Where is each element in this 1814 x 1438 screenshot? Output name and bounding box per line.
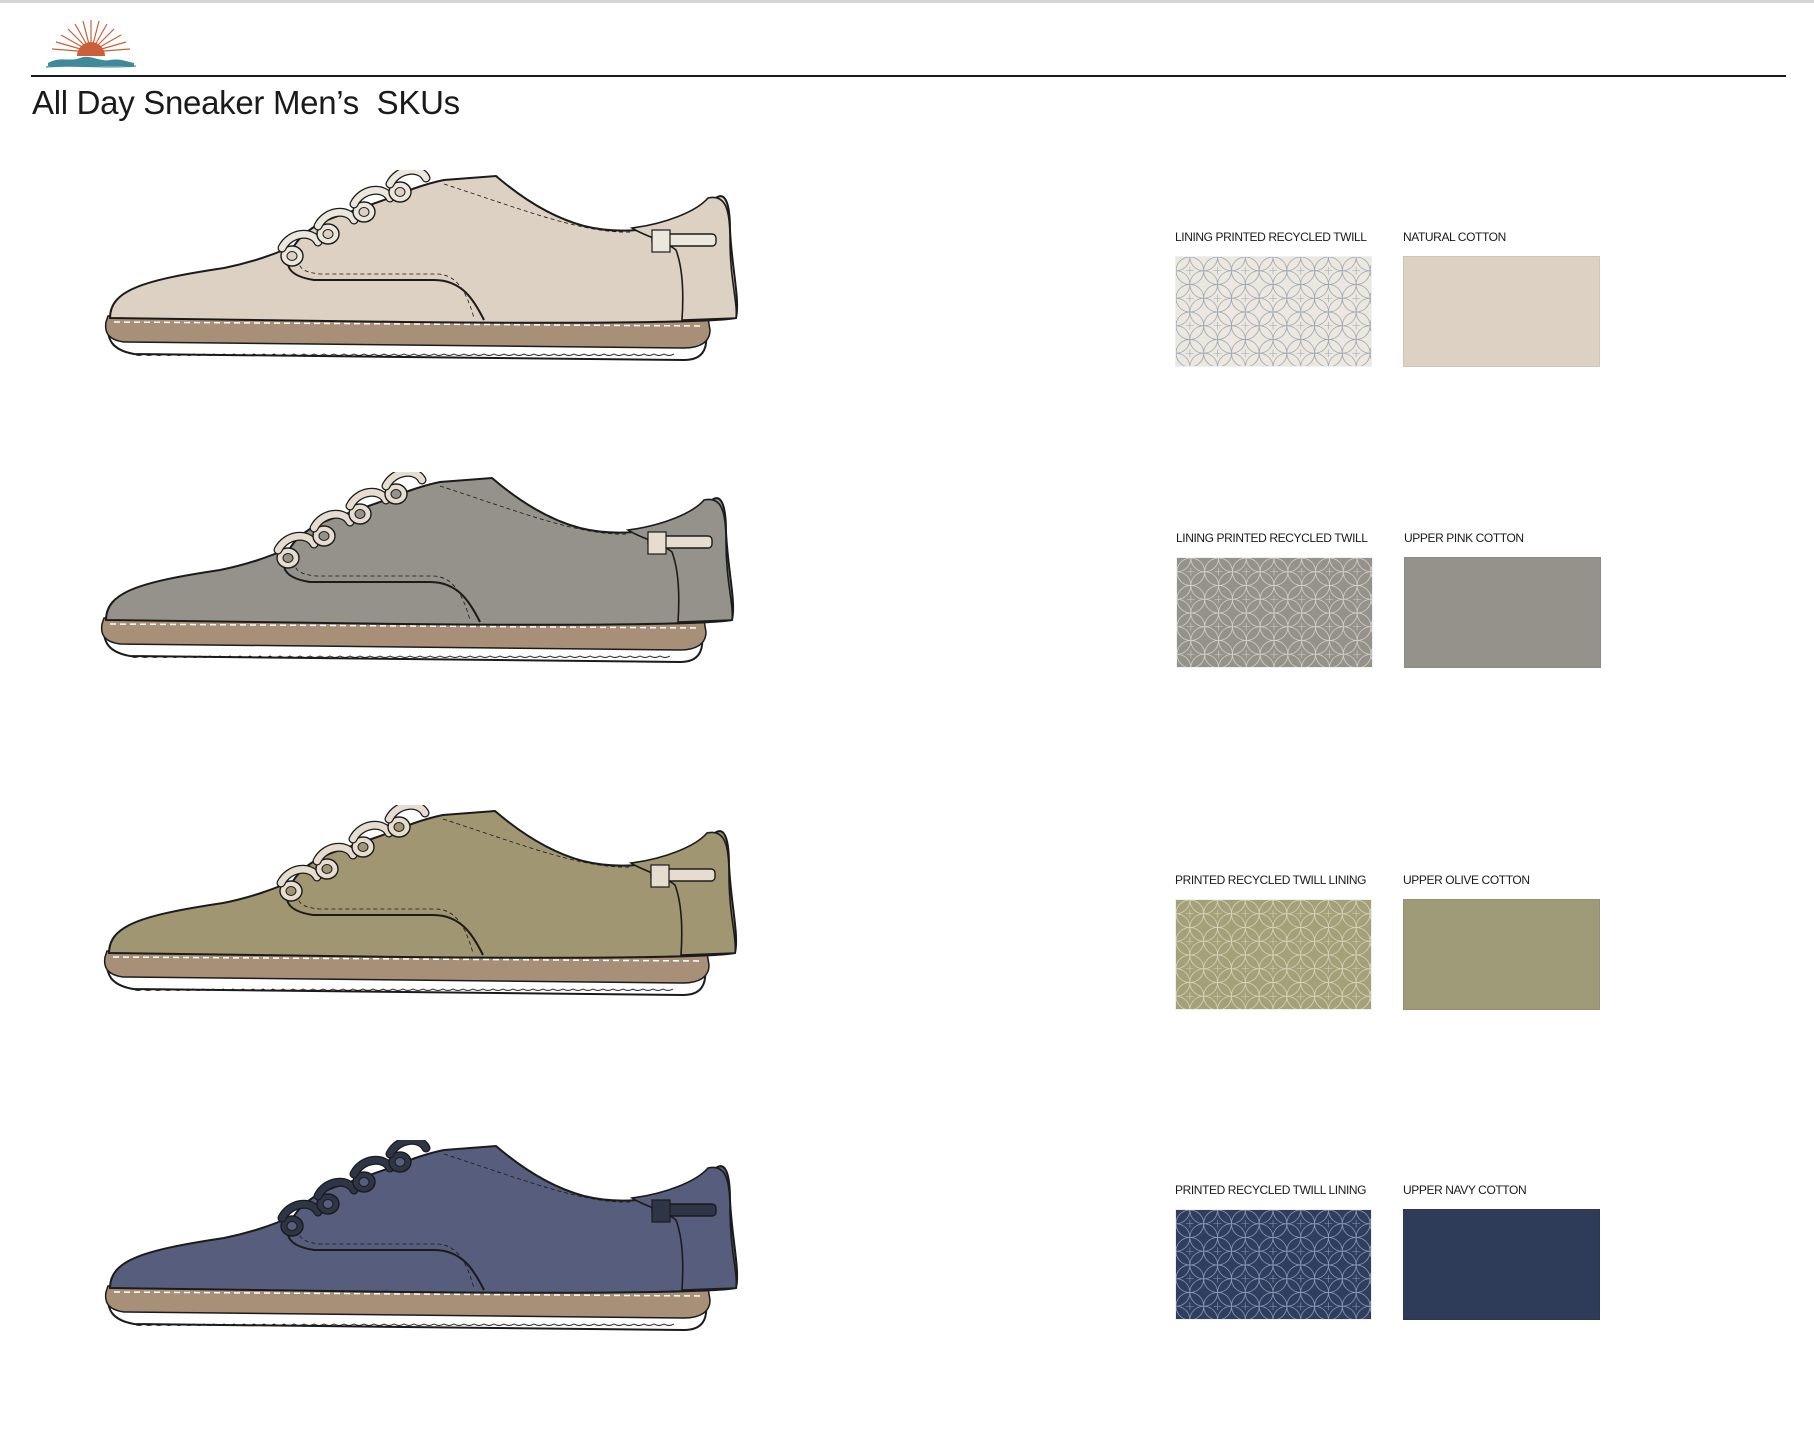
sku-row-grey: LINING PRINTED RECYCLED TWILL UPPER PINK… <box>0 472 1814 712</box>
shoe-upper <box>108 174 739 324</box>
shoe-illustration <box>103 805 738 997</box>
sun-disc <box>77 42 105 56</box>
lining-pattern-swatch[interactable] <box>1175 899 1372 1010</box>
top-border <box>0 0 1814 3</box>
shoe-eyelet-hole <box>321 864 333 874</box>
shoe-eyelet-hole <box>282 553 294 563</box>
shoe-heel-tab-cap <box>650 864 670 888</box>
shoe-eyelet-hole <box>318 531 330 541</box>
shoe-eyelet-hole <box>322 1199 334 1209</box>
wave-line <box>45 65 137 68</box>
shoe-eyelet-hole <box>285 886 297 896</box>
header-rule <box>31 75 1786 77</box>
shoe-illustration <box>100 472 735 664</box>
shoe-eyelet-hole <box>394 1157 406 1167</box>
upper-color-swatch[interactable] <box>1404 557 1601 668</box>
lining-pattern-swatch[interactable] <box>1175 256 1372 367</box>
upper-color-swatch[interactable] <box>1403 1209 1600 1320</box>
shoe-illustration <box>104 170 739 362</box>
page-title: All Day Sneaker Men’s SKUs <box>32 84 460 121</box>
upper-swatch-label: NATURAL COTTON <box>1403 230 1506 244</box>
shoe-eyelet-hole <box>354 509 366 519</box>
sku-row-olive: PRINTED RECYCLED TWILL LINING UPPER OLIV… <box>0 805 1814 1045</box>
lining-swatch-label: PRINTED RECYCLED TWILL LINING <box>1175 1183 1367 1197</box>
shoe-illustration <box>104 1140 739 1332</box>
shoe-eyelet-hole <box>390 489 402 499</box>
shoe-eyelet-hole <box>286 251 298 261</box>
lining-swatch-label: LINING PRINTED RECYCLED TWILL <box>1176 531 1368 545</box>
sunrise-logo <box>45 20 137 68</box>
shoe-heel-tab-cap <box>651 1199 671 1223</box>
shoe-eyelet-hole <box>357 842 369 852</box>
shoe-eyelet-hole <box>358 1177 370 1187</box>
shoe-heel-tab-cap <box>647 531 667 555</box>
shoe-eyelet-hole <box>322 229 334 239</box>
shoe-eyelet-hole <box>286 1221 298 1231</box>
lining-pattern-swatch[interactable] <box>1176 557 1373 668</box>
upper-swatch-label: UPPER OLIVE COTTON <box>1403 873 1530 887</box>
shoe-upper <box>108 1144 739 1294</box>
shoe-upper <box>107 809 738 959</box>
shoe-upper <box>104 476 735 626</box>
shoe-eyelet-hole <box>394 187 406 197</box>
shoe-eyelet-hole <box>393 822 405 832</box>
shoe-heel-tab-cap <box>651 229 671 253</box>
sku-row-navy: PRINTED RECYCLED TWILL LINING UPPER NAVY… <box>0 1140 1814 1380</box>
lining-swatch-label: LINING PRINTED RECYCLED TWILL <box>1175 230 1367 244</box>
upper-color-swatch[interactable] <box>1403 899 1600 1010</box>
lining-swatch-label: PRINTED RECYCLED TWILL LINING <box>1175 873 1367 887</box>
upper-color-swatch[interactable] <box>1403 256 1600 367</box>
shoe-eyelet-hole <box>358 207 370 217</box>
lining-pattern-swatch[interactable] <box>1175 1209 1372 1320</box>
upper-swatch-label: UPPER PINK COTTON <box>1404 531 1524 545</box>
sku-row-natural: LINING PRINTED RECYCLED TWILL NATURAL CO… <box>0 170 1814 410</box>
upper-swatch-label: UPPER NAVY COTTON <box>1403 1183 1527 1197</box>
wave-mark <box>48 56 134 66</box>
